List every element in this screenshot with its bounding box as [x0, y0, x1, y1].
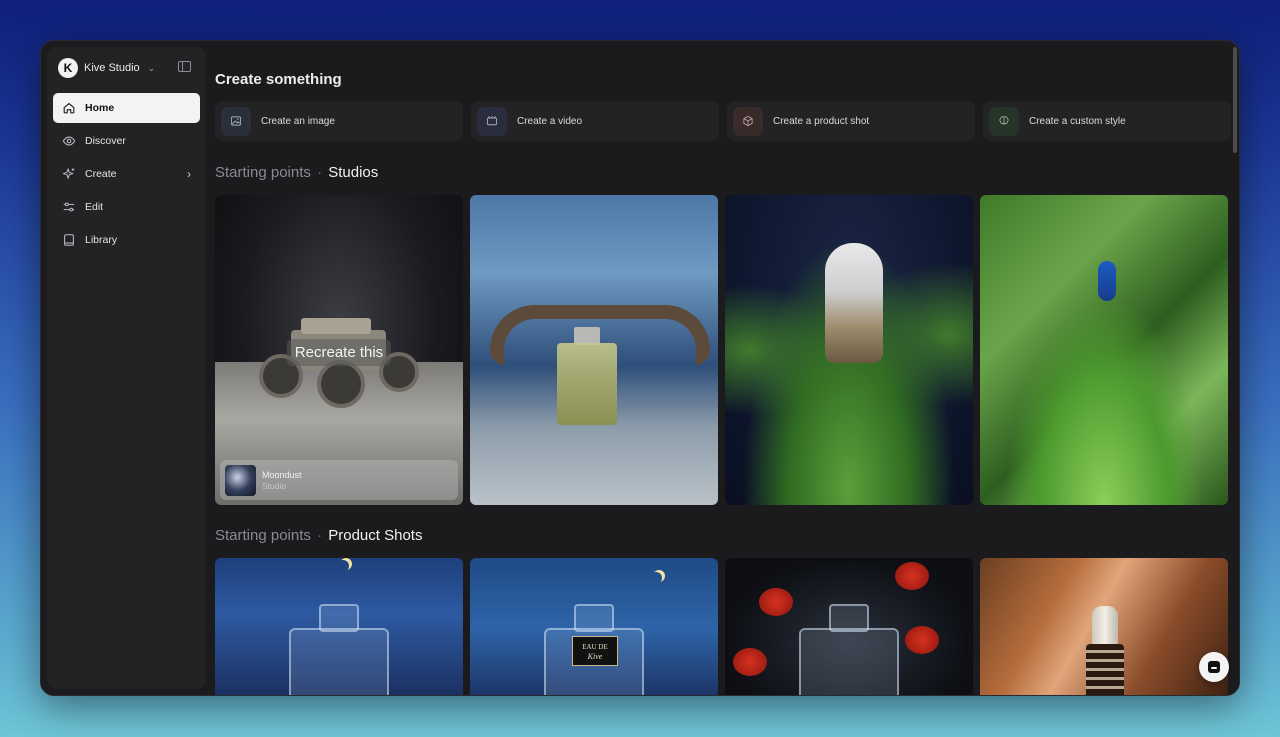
- peacock-image: [1098, 261, 1116, 301]
- create-card-label: Create a custom style: [1029, 115, 1126, 127]
- sidebar-nav: Home Discover Create › Edit Library: [53, 93, 200, 258]
- create-image-button[interactable]: Create an image: [215, 101, 463, 141]
- bottle-image: [289, 628, 389, 695]
- section-prefix: Starting points: [215, 164, 311, 181]
- create-product-shot-button[interactable]: Create a product shot: [727, 101, 975, 141]
- studios-section-title: Starting points · Studios: [215, 164, 378, 181]
- studio-card-astronaut-cat[interactable]: [725, 195, 973, 505]
- product-card-blue-perfume[interactable]: [215, 558, 463, 695]
- create-actions: Create an image Create a video Create a …: [215, 101, 1231, 141]
- create-card-label: Create a video: [517, 115, 583, 127]
- box-icon: [733, 106, 763, 136]
- studio-type: Studio: [262, 481, 287, 491]
- create-card-label: Create an image: [261, 115, 335, 127]
- studios-grid: Recreate this Moondust Studio: [215, 195, 1231, 505]
- section-title: Product Shots: [328, 527, 423, 544]
- sidebar-item-label: Create: [85, 168, 117, 180]
- page-title: Create something: [215, 71, 342, 88]
- image-icon: [221, 106, 251, 136]
- studio-chip[interactable]: Moondust Studio: [220, 460, 458, 500]
- moon-image: [650, 572, 662, 584]
- sidebar-item-create[interactable]: Create ›: [53, 159, 200, 189]
- bottle-label-line2: Kive: [587, 652, 603, 661]
- brain-icon: [989, 106, 1019, 136]
- poppy-image: [759, 588, 793, 616]
- studio-chip-text: Moondust Studio: [262, 469, 302, 491]
- create-custom-style-button[interactable]: Create a custom style: [983, 101, 1231, 141]
- bottle-label-line1: EAU DE: [582, 643, 608, 651]
- poppy-image: [733, 648, 767, 676]
- recreate-this-button[interactable]: Recreate this: [286, 339, 392, 366]
- chevron-down-icon: ⌄: [147, 62, 156, 73]
- studio-card-moondust[interactable]: Recreate this Moondust Studio: [215, 195, 463, 505]
- bottle-image: [799, 628, 899, 695]
- sidebar-item-home[interactable]: Home: [53, 93, 200, 123]
- section-prefix: Starting points: [215, 527, 311, 544]
- create-card-label: Create a product shot: [773, 115, 870, 127]
- section-title: Studios: [328, 164, 379, 181]
- product-card-serum-dropper[interactable]: [980, 558, 1228, 695]
- sidebar-item-label: Home: [85, 102, 115, 114]
- poppy-image: [895, 562, 929, 590]
- sidebar-item-discover[interactable]: Discover: [53, 126, 200, 156]
- sidebar-item-label: Discover: [85, 135, 126, 147]
- chat-support-button[interactable]: [1199, 652, 1229, 682]
- grass-tree-image: [1004, 295, 1204, 505]
- product-card-poppies-perfume[interactable]: [725, 558, 973, 695]
- chevron-right-icon: ›: [187, 167, 191, 181]
- main-scrollbar[interactable]: [1233, 47, 1237, 153]
- create-video-button[interactable]: Create a video: [471, 101, 719, 141]
- studio-card-peacock[interactable]: [980, 195, 1228, 505]
- serum-bottle-image: [1086, 644, 1124, 695]
- product-shots-section-title: Starting points · Product Shots: [215, 527, 422, 544]
- main-content: Create something Create an image Create …: [215, 41, 1239, 695]
- studio-card-perfume[interactable]: [470, 195, 718, 505]
- workspace-switcher[interactable]: K Kive Studio ⌄: [58, 57, 155, 79]
- chat-icon: [1208, 661, 1220, 673]
- video-icon: [477, 106, 507, 136]
- sidebar-toggle-icon[interactable]: [178, 61, 191, 72]
- studio-name: Moondust: [262, 470, 302, 480]
- sidebar-item-label: Library: [85, 234, 118, 246]
- app-window: K Kive Studio ⌄ Home Discover Create › E…: [40, 40, 1240, 696]
- poppy-image: [905, 626, 939, 654]
- sparkle-icon: [62, 167, 76, 181]
- sidebar-item-edit[interactable]: Edit: [53, 192, 200, 222]
- workspace-name: Kive Studio: [84, 62, 140, 74]
- sidebar-item-library[interactable]: Library: [53, 225, 200, 255]
- sliders-icon: [62, 200, 76, 214]
- product-card-eau-de-kive[interactable]: EAU DE Kive: [470, 558, 718, 695]
- astronaut-cat-image: [825, 243, 883, 363]
- dropper-image: [1092, 606, 1118, 646]
- kive-logo-icon: K: [58, 58, 78, 78]
- moon-image: [337, 560, 349, 572]
- perfume-bottle-image: [557, 343, 617, 425]
- eye-icon: [62, 134, 76, 148]
- sidebar: K Kive Studio ⌄ Home Discover Create › E…: [47, 47, 206, 689]
- home-icon: [62, 101, 76, 115]
- book-icon: [62, 233, 76, 247]
- sidebar-item-label: Edit: [85, 201, 104, 213]
- product-shots-grid: EAU DE Kive: [215, 558, 1231, 695]
- bottle-label: EAU DE Kive: [572, 636, 618, 666]
- section-separator: ·: [317, 527, 323, 544]
- section-separator: ·: [317, 164, 323, 181]
- studio-thumbnail: [225, 464, 256, 496]
